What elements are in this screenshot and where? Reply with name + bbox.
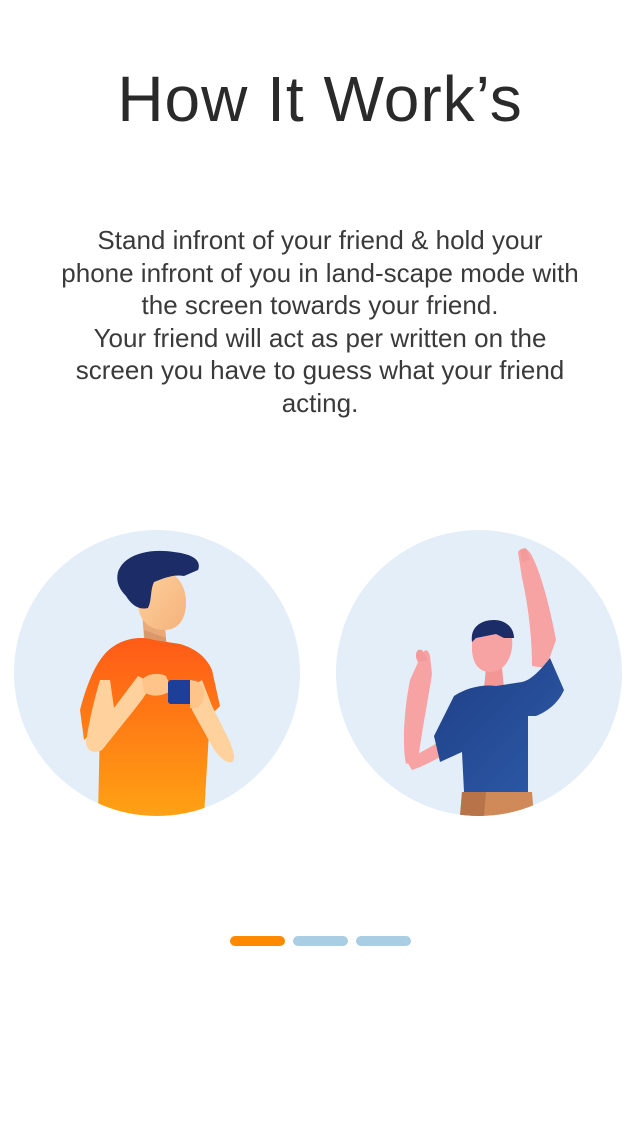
page-dot-active[interactable]	[229, 936, 285, 946]
page-dot[interactable]	[355, 936, 411, 946]
page-dot[interactable]	[292, 936, 348, 946]
person-holding-phone-icon	[14, 530, 300, 816]
instruction-paragraph-2: Your friend will act as per written on t…	[75, 322, 565, 418]
page-title: How It Work’s	[117, 63, 523, 135]
instruction-paragraph-1: Stand infront of your friend & hold your…	[61, 225, 579, 320]
person-waving-icon	[336, 530, 622, 816]
page-indicator	[0, 936, 640, 946]
instructions-text: Stand infront of your friend & hold your…	[60, 224, 580, 419]
